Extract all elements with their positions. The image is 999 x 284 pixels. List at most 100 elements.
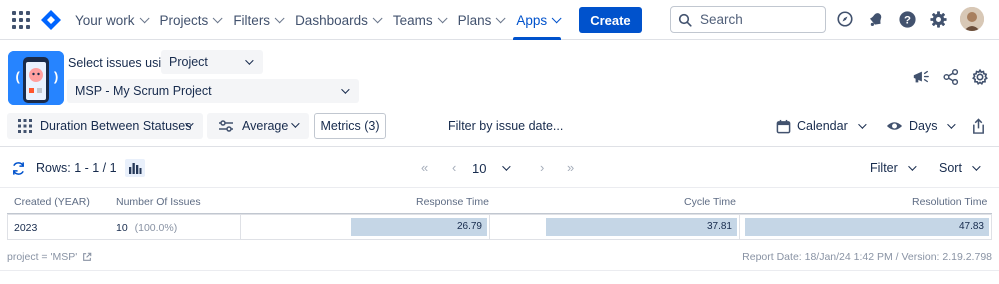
nav-dashboards[interactable]: Dashboards [288, 0, 386, 40]
metrics-label: Metrics (3) [320, 119, 380, 133]
sort-label: Sort [939, 161, 962, 175]
chevron-down-icon [139, 12, 150, 23]
metrics-button[interactable]: Metrics (3) [314, 113, 386, 139]
settings-gear-icon[interactable] [928, 9, 948, 29]
user-avatar[interactable] [960, 7, 984, 31]
header-issues[interactable]: Number Of Issues [116, 196, 201, 208]
chevron-down-icon [245, 56, 254, 65]
page-size-select[interactable]: 10 [472, 156, 512, 180]
unit-button[interactable]: Days [886, 113, 957, 139]
svg-text:?: ? [904, 14, 911, 26]
svg-text:): ) [52, 70, 60, 85]
chevron-down-icon [551, 12, 562, 23]
report-info: Report Date: 18/Jan/24 1:42 PM / Version… [742, 251, 992, 263]
pager-divider [0, 187, 999, 188]
header-cycle[interactable]: Cycle Time [684, 196, 736, 208]
cycle-time-bar[interactable]: 37.81 [546, 218, 737, 236]
help-icon[interactable]: ? [897, 9, 917, 29]
calendar-icon [776, 119, 791, 133]
chevron-down-icon [907, 162, 917, 171]
search-box[interactable] [670, 6, 826, 33]
filter-by-date-button[interactable]: Filter by issue date... [448, 113, 563, 139]
first-page-button[interactable]: « [421, 160, 428, 175]
filter-label: Filter [870, 161, 898, 175]
nav-your-work[interactable]: Your work [68, 0, 153, 40]
sort-button[interactable]: Sort [939, 155, 981, 181]
chevron-down-icon [291, 119, 300, 128]
search-icon [678, 13, 692, 27]
svg-text:(: ( [14, 70, 22, 85]
next-page-button[interactable]: › [540, 160, 544, 175]
cell-issues-percent: (100.0%) [134, 222, 178, 234]
share-icon[interactable] [941, 67, 961, 87]
bar-chart-icon[interactable] [124, 159, 145, 177]
app-logo-icon: ( ) [8, 51, 64, 105]
aggregation-label: Average [242, 119, 289, 133]
header-resolution[interactable]: Resolution Time [912, 196, 987, 208]
nav-plans[interactable]: Plans [451, 0, 510, 40]
chevron-down-icon [341, 85, 350, 94]
refresh-icon[interactable] [11, 161, 26, 176]
report-type-button[interactable]: Duration Between Statuses [7, 113, 203, 139]
search-input[interactable] [700, 12, 810, 27]
footer-divider [0, 270, 999, 271]
cell-created: 2023 [14, 222, 38, 234]
last-page-button[interactable]: » [567, 160, 574, 175]
cell-issues-count: 10 [116, 222, 128, 234]
prev-page-button[interactable]: ‹ [452, 160, 456, 175]
external-link-icon [83, 252, 92, 261]
announcement-megaphone-icon[interactable] [911, 67, 931, 87]
nav-filters[interactable]: Filters [226, 0, 288, 40]
nav-teams[interactable]: Teams [386, 0, 451, 40]
project-select[interactable]: MSP - My Scrum Project [67, 79, 359, 103]
compass-icon[interactable] [835, 9, 855, 29]
resolution-time-bar[interactable]: 47.83 [745, 218, 989, 236]
chevron-down-icon [857, 120, 867, 129]
top-navigation: Your work Projects Filters Dashboards Te… [0, 0, 999, 40]
cycle-time-value: 37.81 [706, 221, 732, 232]
eye-icon [886, 122, 903, 130]
chevron-down-icon [972, 162, 981, 171]
chevron-down-icon [437, 12, 448, 23]
chevron-down-icon [502, 162, 512, 171]
export-icon[interactable] [971, 113, 986, 139]
filter-button[interactable]: Filter [870, 155, 917, 181]
header-response[interactable]: Response Time [416, 196, 489, 208]
nav-projects[interactable]: Projects [153, 0, 227, 40]
header-created[interactable]: Created (YEAR) [14, 196, 90, 208]
select-issues-label: Select issues using [68, 56, 176, 70]
calendar-label: Calendar [797, 119, 848, 133]
sliders-icon [219, 120, 233, 132]
calendar-button[interactable]: Calendar [776, 113, 867, 139]
response-time-bar[interactable]: 26.79 [351, 218, 487, 236]
create-button[interactable]: Create [579, 7, 642, 33]
jql-link[interactable]: project = 'MSP' [7, 251, 92, 263]
jql-text: project = 'MSP' [7, 251, 78, 263]
notifications-icon[interactable] [866, 9, 886, 29]
report-type-label: Duration Between Statuses [40, 119, 192, 133]
chevron-down-icon [372, 12, 383, 23]
unit-label: Days [909, 119, 938, 133]
source-select-value: Project [169, 55, 208, 69]
response-time-value: 26.79 [456, 221, 482, 232]
chevron-down-icon [947, 120, 957, 129]
rows-count: Rows: 1 - 1 / 1 [36, 161, 117, 175]
resolution-time-value: 47.83 [958, 221, 984, 232]
page-size-value: 10 [472, 160, 487, 176]
chevron-down-icon [274, 12, 285, 23]
settings-gear-icon[interactable] [970, 67, 990, 87]
aggregation-button[interactable]: Average [207, 113, 309, 139]
source-select[interactable]: Project [161, 50, 263, 74]
cell-issues: 10 (100.0%) [116, 222, 177, 234]
rows-bar: Rows: 1 - 1 / 1 [11, 157, 145, 179]
toolbar-divider [0, 146, 999, 147]
chevron-down-icon [212, 12, 223, 23]
nav-items: Your work Projects Filters Dashboards Te… [68, 0, 642, 40]
filter-by-date-label: Filter by issue date... [448, 119, 564, 133]
jira-logo[interactable] [40, 9, 62, 31]
nav-apps[interactable]: Apps [509, 0, 565, 40]
app-switcher-icon[interactable] [12, 11, 30, 29]
project-select-value: MSP - My Scrum Project [75, 84, 212, 98]
grid-icon [18, 119, 32, 133]
chevron-down-icon [496, 12, 506, 23]
